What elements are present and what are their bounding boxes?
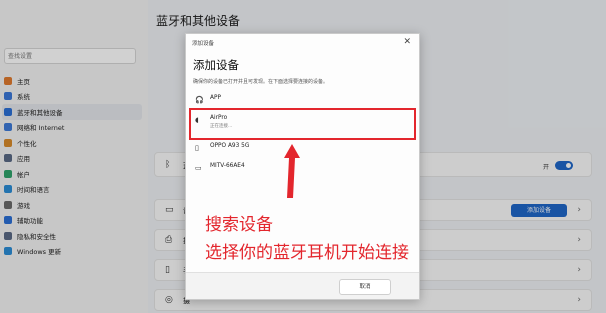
close-icon[interactable]: ✕ [403,37,411,47]
dialog-description: 确保你的设备已打开并且可发现。在下面选择要连接的设备。 [193,79,329,85]
phone-icon: ▯ [195,144,199,152]
monitor-icon: ▭ [195,164,202,172]
device-name: OPPO A93 5G [210,143,250,149]
device-name: APP [210,95,221,101]
dialog-footer: 取消 [186,272,419,299]
highlight-box [189,108,416,140]
headphones-icon: 🎧 [195,96,204,104]
annotation-line-2: 选择你的蓝牙耳机开始连接 [205,243,409,263]
annotation-arrow [284,144,300,198]
device-name: MITV-66AE4 [210,163,245,169]
dialog-window-title: 添加设备 [192,41,215,47]
cancel-button[interactable]: 取消 [339,279,391,295]
annotation-line-1: 搜索设备 [205,215,273,235]
dialog-heading: 添加设备 [193,58,239,72]
dialog-titlebar: 添加设备 ✕ [186,34,419,52]
